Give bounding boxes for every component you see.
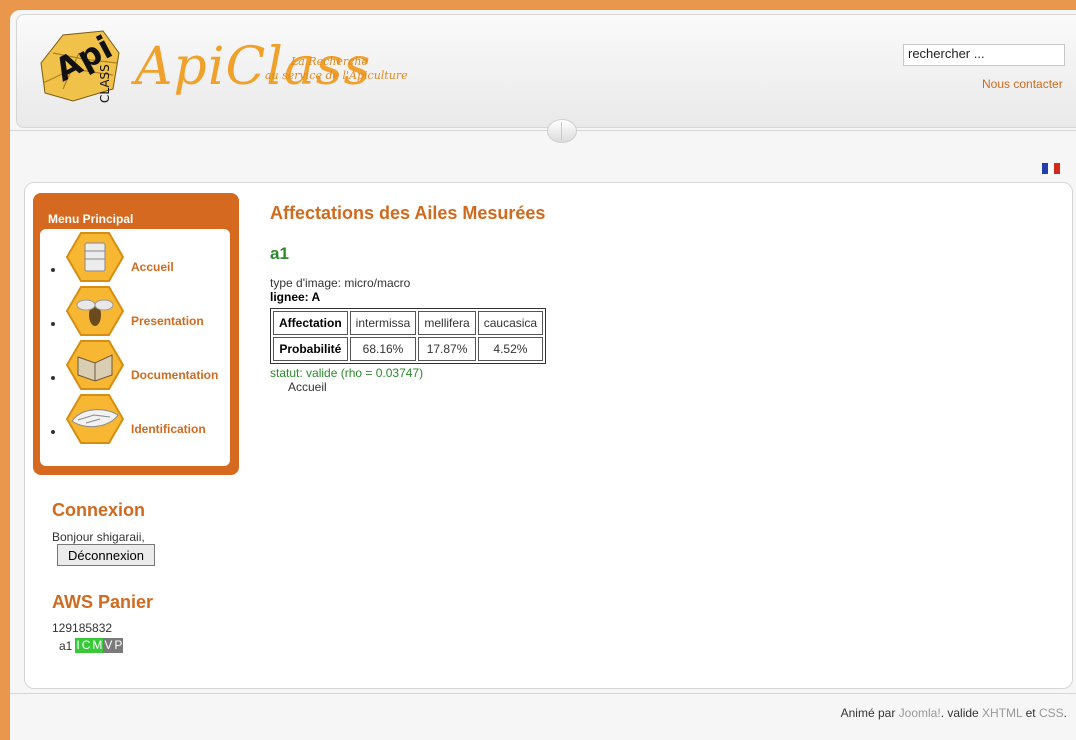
cart-item-name[interactable]: a1 — [59, 639, 72, 653]
cart-id: 129185832 — [52, 621, 113, 635]
menu-list: Accueil Presentation Documentation Ident… — [40, 229, 230, 466]
list-bullet — [51, 268, 55, 272]
image-type: type d'image: micro/macro — [270, 276, 411, 290]
footer-end: . — [1063, 706, 1067, 720]
book-icon[interactable] — [66, 339, 124, 391]
tagline-line-1: La Recherche — [291, 55, 368, 68]
french-flag-icon[interactable] — [1042, 163, 1060, 174]
tagline: La Recherche au service de l'Apiculture — [265, 55, 408, 83]
sidebar-item-identification[interactable]: Identification — [40, 393, 230, 449]
logout-button[interactable]: Déconnexion — [57, 544, 155, 566]
page-title: Affectations des Ailes Mesurées — [270, 203, 546, 223]
cart-item-row: a1 I C M V P — [59, 638, 124, 653]
cart-heading: AWS Panier — [52, 592, 154, 612]
sidebar-item-label[interactable]: Identification — [131, 422, 206, 436]
table-row: Affectation intermissa mellifera caucasi… — [273, 311, 544, 335]
sidebar-item-label[interactable]: Documentation — [131, 368, 218, 382]
search-input[interactable]: rechercher ... — [903, 44, 1065, 66]
home-link[interactable]: Accueil — [288, 380, 327, 394]
footer-middle: . valide — [940, 706, 983, 720]
login-heading: Connexion — [52, 500, 145, 520]
main-menu: Menu Principal Accueil Presentation Docu… — [33, 193, 239, 475]
table-cell: mellifera — [418, 311, 476, 335]
table-cell: caucasica — [477, 311, 544, 335]
table-cell: 17.87% — [418, 337, 476, 361]
wing-icon[interactable] — [66, 393, 124, 445]
list-bullet — [51, 430, 55, 434]
table-cell: Affectation — [273, 311, 348, 335]
apiclass-logo-icon[interactable]: Api CLASS — [33, 23, 123, 105]
sidebar-item-label[interactable]: Presentation — [131, 314, 204, 328]
record-name: a1 — [270, 244, 289, 263]
sidebar-item-accueil[interactable]: Accueil — [40, 231, 230, 287]
footer-prefix: Animé par — [840, 706, 899, 720]
bee-icon[interactable] — [66, 285, 124, 337]
greeting-text: Bonjour shigaraii, — [52, 530, 145, 544]
xhtml-link[interactable]: XHTML — [982, 706, 1022, 720]
beehive-icon[interactable] — [66, 231, 124, 283]
table-cell: 68.16% — [349, 337, 417, 361]
logo-badge-sub: CLASS — [98, 64, 112, 103]
tagline-line-2: au service de l'Apiculture — [265, 69, 408, 82]
cart-tag-v[interactable]: V — [103, 638, 114, 653]
table-cell: Probabilité — [273, 337, 348, 361]
probability-table: Affectation intermissa mellifera caucasi… — [270, 308, 547, 364]
page: Api CLASS ApiClass La Recherche au servi… — [10, 10, 1076, 740]
lineage: lignee: A — [270, 290, 321, 304]
sidebar-item-presentation[interactable]: Presentation — [40, 285, 230, 341]
sidebar-item-label[interactable]: Accueil — [131, 260, 174, 274]
css-link[interactable]: CSS — [1039, 706, 1064, 720]
cart-tag-c[interactable]: C — [80, 638, 92, 653]
header-divider — [10, 130, 1076, 131]
sidebar-item-documentation[interactable]: Documentation — [40, 339, 230, 395]
list-bullet — [51, 376, 55, 380]
list-bullet — [51, 322, 55, 326]
cart-tag-m[interactable]: M — [91, 638, 104, 653]
footer-divider — [10, 693, 1076, 694]
contact-link[interactable]: Nous contacter — [982, 77, 1063, 91]
flag-stripe-red — [1054, 163, 1060, 174]
table-cell: intermissa — [349, 311, 417, 335]
menu-title: Menu Principal — [48, 212, 134, 226]
footer-and: et — [1022, 706, 1039, 720]
table-row: Probabilité 68.16% 17.87% 4.52% — [273, 337, 544, 361]
cart-tag-p[interactable]: P — [113, 638, 124, 653]
header-toggle-knob[interactable] — [547, 119, 577, 143]
site-header: Api CLASS ApiClass La Recherche au servi… — [16, 14, 1076, 128]
joomla-link[interactable]: Joomla! — [899, 706, 941, 720]
footer: Animé par Joomla!. valide XHTML et CSS. — [841, 706, 1067, 720]
main-panel: Menu Principal Accueil Presentation Docu… — [24, 182, 1073, 689]
table-cell: 4.52% — [477, 337, 544, 361]
status-text: statut: valide (rho = 0.03747) — [270, 366, 424, 380]
